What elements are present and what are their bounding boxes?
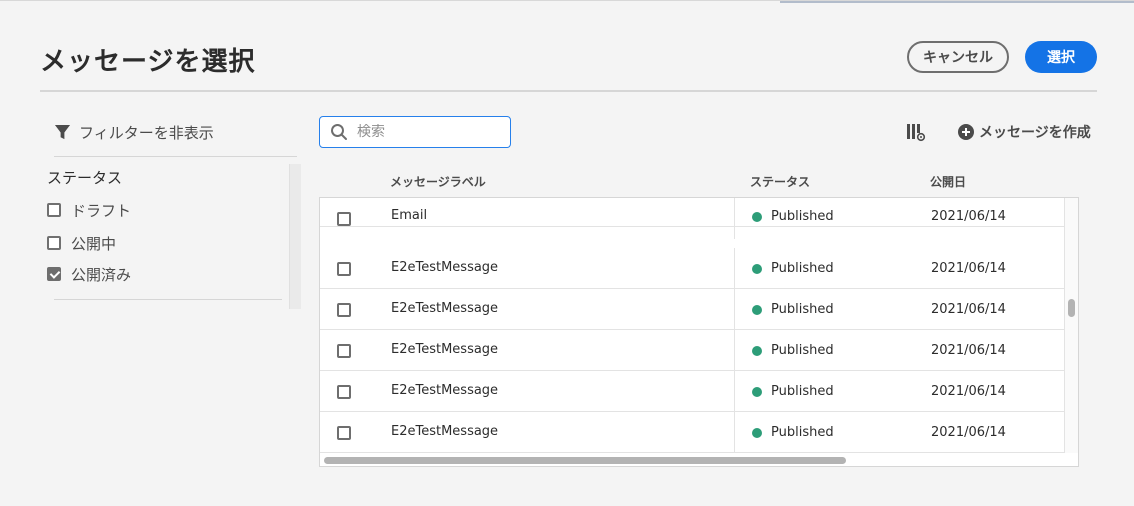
status-dot [752,386,762,397]
create-message-button[interactable]: メッセージを作成 [958,121,1091,143]
status-cell: Published [752,261,834,276]
column-divider [734,289,735,330]
publishing-checkbox[interactable] [47,236,61,250]
filter-option-label: 公開中 [71,234,117,253]
search-icon [331,124,347,140]
top-accent-bar [780,1,1134,3]
status-dot [752,304,762,315]
table-row[interactable]: E2eTestMessage Published 2021/06/14 [320,248,1064,289]
column-header-date[interactable]: 公開日 [930,173,966,190]
status-cell: Published [752,384,834,399]
status-cell: Published [752,209,834,224]
published-date: 2021/06/14 [931,261,1006,276]
column-divider [734,198,735,239]
message-label: E2eTestMessage [391,342,499,357]
search-input[interactable] [357,124,497,140]
status-dot [752,427,762,438]
published-checkbox[interactable] [47,267,61,281]
hide-filters-label: フィルターを非表示 [79,123,214,142]
filter-option-publishing[interactable]: 公開中 [47,232,116,254]
row-checkbox[interactable] [337,303,351,317]
draft-checkbox[interactable] [47,203,61,217]
row-checkbox[interactable] [337,212,351,226]
status-dot [752,211,762,222]
cancel-button[interactable]: キャンセル [907,41,1009,73]
create-message-label: メッセージを作成 [979,125,1091,141]
hide-filters-button[interactable]: フィルターを非表示 [54,121,214,143]
status-text: Published [771,261,834,276]
column-divider [734,412,735,453]
column-divider [734,248,735,289]
table-row[interactable]: E2eTestMessage Published 2021/06/14 [320,289,1064,330]
vertical-scrollbar[interactable] [1064,198,1078,453]
status-cell: Published [752,343,834,358]
filter-icon [54,124,71,139]
status-text: Published [771,384,834,399]
message-label: E2eTestMessage [391,424,499,439]
status-text: Published [771,343,834,358]
message-label: E2eTestMessage [391,301,499,316]
search-field[interactable] [319,116,511,148]
row-checkbox[interactable] [337,344,351,358]
published-date: 2021/06/14 [931,302,1006,317]
published-date: 2021/06/14 [931,343,1006,358]
filter-option-draft[interactable]: ドラフト [47,199,131,221]
add-circle-icon [958,124,974,140]
status-text: Published [771,209,834,224]
table-row[interactable]: Email Published 2021/06/14 [320,198,1064,239]
filter-divider [54,156,297,157]
dialog-title: メッセージを選択 [40,47,256,77]
table-row[interactable]: E2eTestMessage Published 2021/06/14 [320,412,1064,453]
message-label: Email [391,208,428,223]
table-row[interactable]: E2eTestMessage Published 2021/06/14 [320,371,1064,412]
message-label: E2eTestMessage [391,260,499,275]
published-date: 2021/06/14 [931,209,1006,224]
message-label: E2eTestMessage [391,383,499,398]
status-dot [752,345,762,356]
horizontal-scroll-thumb[interactable] [324,457,846,464]
published-date: 2021/06/14 [931,384,1006,399]
column-divider [734,330,735,371]
status-cell: Published [752,425,834,440]
filter-scrollbar[interactable] [289,164,301,309]
status-text: Published [771,302,834,317]
header-divider [40,90,1097,92]
filter-option-label: ドラフト [71,201,132,220]
row-checkbox[interactable] [337,262,351,276]
column-settings-icon[interactable] [906,122,926,142]
status-dot [752,263,762,274]
status-text: Published [771,425,834,440]
column-header-label[interactable]: メッセージラベル [390,173,486,190]
filter-option-label: 公開済み [71,265,132,284]
filter-divider-bottom [54,299,282,300]
column-header-status[interactable]: ステータス [750,173,810,190]
filter-option-published[interactable]: 公開済み [47,263,131,285]
table-row[interactable]: E2eTestMessage Published 2021/06/14 [320,330,1064,371]
status-filter-heading: ステータス [47,169,123,187]
select-message-dialog: メッセージを選択 キャンセル 選択 フィルターを非表示 ステータス ドラフト 公… [0,0,1134,506]
published-date: 2021/06/14 [931,425,1006,440]
row-checkbox[interactable] [337,385,351,399]
vertical-scroll-thumb[interactable] [1068,299,1075,317]
column-divider [734,371,735,412]
row-checkbox[interactable] [337,426,351,440]
select-button[interactable]: 選択 [1025,41,1097,73]
messages-table: Email Published 2021/06/14 E2eTestMessag… [319,197,1079,467]
status-cell: Published [752,302,834,317]
